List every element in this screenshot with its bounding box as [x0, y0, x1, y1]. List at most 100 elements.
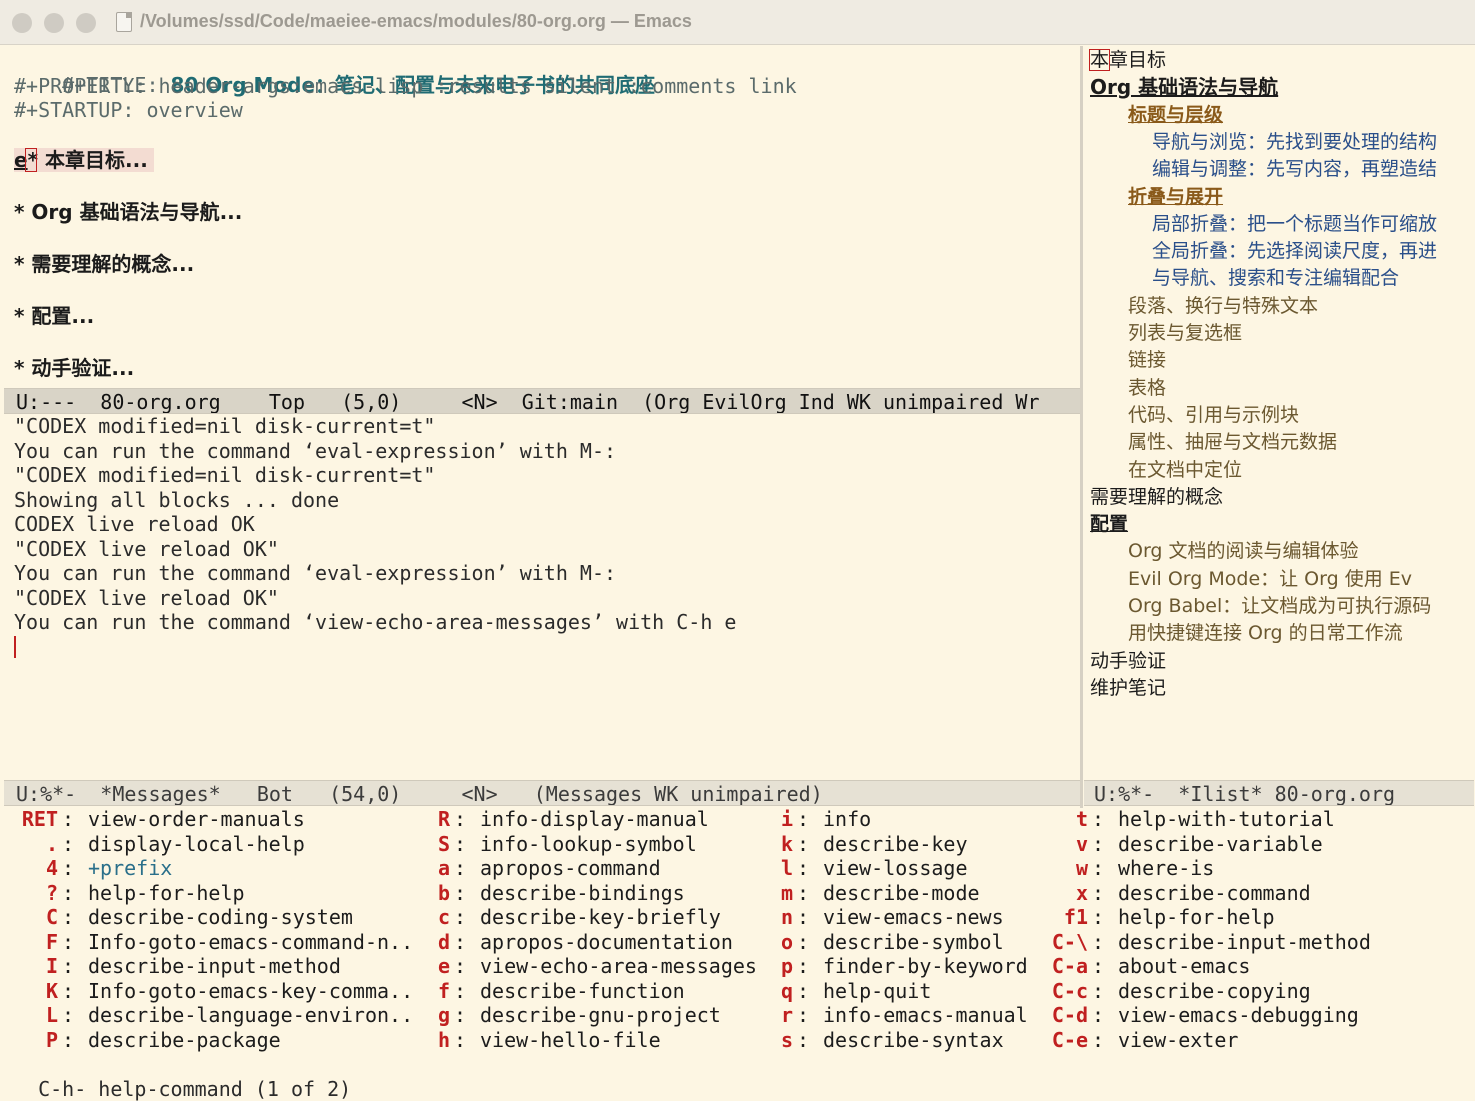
- ilist-item[interactable]: 段落、换行与特殊文本: [1128, 294, 1318, 318]
- which-key-command[interactable]: apropos-documentation: [480, 930, 733, 954]
- which-key-command[interactable]: describe-language-environ..: [88, 1003, 413, 1027]
- ilist-item[interactable]: 表格: [1128, 376, 1166, 400]
- messages-buffer[interactable]: "CODEX modified=nil disk-current=t" You c…: [0, 414, 1080, 780]
- which-key-key: RET: [21, 807, 58, 831]
- ilist-item[interactable]: 与导航、搜索和专注编辑配合: [1152, 266, 1399, 290]
- ilist-sidebar[interactable]: 本章目标 Org 基础语法与导航标题与层级导航与浏览：先找到要处理的结构 编辑与调整…: [1084, 46, 1464, 780]
- minimize-window-button[interactable]: [44, 13, 64, 33]
- which-key-command[interactable]: describe-mode: [823, 881, 980, 905]
- ilist-item[interactable]: 全局折叠：先选择阅读尺度，再进: [1152, 239, 1437, 263]
- ilist-item[interactable]: 折叠与展开: [1128, 185, 1223, 209]
- which-key-key: o: [780, 929, 793, 954]
- ilist-item[interactable]: 本章目标: [1089, 48, 1166, 72]
- which-key-separator: :: [62, 929, 75, 954]
- which-key-command[interactable]: describe-key: [823, 832, 968, 856]
- ilist-item[interactable]: 链接: [1128, 348, 1166, 372]
- which-key-command[interactable]: Info-goto-emacs-key-comma..: [88, 979, 413, 1003]
- which-key-command[interactable]: info-emacs-manual: [823, 1003, 1028, 1027]
- property-line: #+PROPERTY: header-args:emacs-lisp :resu…: [14, 74, 797, 98]
- org-heading[interactable]: * 动手验证...: [14, 356, 134, 380]
- which-key-command[interactable]: help-quit: [823, 979, 931, 1003]
- which-key-command[interactable]: +prefix: [88, 856, 172, 880]
- which-key-command[interactable]: view-emacs-news: [823, 905, 1004, 929]
- ilist-item[interactable]: 编辑与调整：先写内容，再塑造结: [1152, 157, 1437, 181]
- which-key-command[interactable]: describe-copying: [1118, 979, 1311, 1003]
- ilist-item[interactable]: 局部折叠：把一个标题当作可缩放: [1152, 212, 1437, 236]
- org-heading[interactable]: * 配置...: [14, 304, 94, 328]
- ilist-item[interactable]: Org Babel：让文档成为可执行源码: [1128, 594, 1431, 618]
- which-key-key: a: [437, 856, 450, 880]
- close-window-button[interactable]: [12, 13, 32, 33]
- which-key-command[interactable]: describe-package: [88, 1028, 281, 1052]
- which-key-command[interactable]: describe-coding-system: [88, 905, 353, 929]
- which-key-command[interactable]: describe-symbol: [823, 930, 1004, 954]
- ilist-item[interactable]: Evil Org Mode：让 Org 使用 Ev: [1128, 567, 1412, 591]
- ilist-item[interactable]: 在文档中定位: [1128, 458, 1242, 482]
- which-key-separator: :: [797, 856, 810, 880]
- which-key-key: R: [437, 807, 450, 831]
- which-key-key: r: [780, 1003, 793, 1027]
- which-key-separator: :: [62, 1003, 75, 1027]
- which-key-key: C: [45, 905, 58, 929]
- org-heading[interactable]: * Org 基础语法与导航...: [14, 200, 242, 224]
- which-key-command[interactable]: info-lookup-symbol: [480, 832, 697, 856]
- which-key-command[interactable]: describe-gnu-project: [480, 1003, 721, 1027]
- which-key-command[interactable]: describe-variable: [1118, 832, 1323, 856]
- which-key-command[interactable]: where-is: [1118, 856, 1214, 880]
- org-buffer[interactable]: #+TITLE: 80 Org Mode：笔记、配置与未来电子书的共同底座 #+…: [0, 46, 1080, 388]
- which-key-command[interactable]: describe-key-briefly: [480, 905, 721, 929]
- which-key-command[interactable]: help-for-help: [88, 881, 245, 905]
- ilist-item[interactable]: 代码、引用与示例块: [1128, 403, 1299, 427]
- org-heading[interactable]: e* 本章目标...: [14, 148, 154, 172]
- which-key-separator: :: [797, 880, 810, 905]
- ilist-item[interactable]: 用快捷键连接 Org 的日常工作流: [1128, 621, 1403, 645]
- which-key-command[interactable]: finder-by-keyword: [823, 954, 1028, 978]
- which-key-separator: :: [1092, 807, 1105, 831]
- ilist-item[interactable]: 需要理解的概念: [1090, 485, 1223, 509]
- which-key-command[interactable]: view-emacs-debugging: [1118, 1003, 1359, 1027]
- which-key-key: K: [45, 978, 58, 1003]
- which-key-command[interactable]: view-hello-file: [480, 1028, 661, 1052]
- which-key-separator: :: [454, 905, 467, 929]
- which-key-command[interactable]: info: [823, 807, 871, 831]
- ilist-item[interactable]: 导航与浏览：先找到要处理的结构: [1152, 130, 1437, 154]
- which-key-command[interactable]: describe-syntax: [823, 1028, 1004, 1052]
- which-key-command[interactable]: view-lossage: [823, 856, 968, 880]
- message-line: "CODEX live reload OK": [14, 585, 279, 610]
- which-key-key: p: [780, 954, 793, 978]
- which-key-command[interactable]: info-display-manual: [480, 807, 709, 831]
- which-key-command[interactable]: view-order-manuals: [88, 807, 305, 831]
- which-key-separator: :: [1092, 856, 1105, 880]
- which-key-command[interactable]: describe-input-method: [88, 954, 341, 978]
- ilist-item[interactable]: 标题与层级: [1128, 103, 1223, 127]
- zoom-window-button[interactable]: [76, 13, 96, 33]
- ilist-item[interactable]: 属性、抽屉与文档元数据: [1128, 430, 1337, 454]
- which-key-command[interactable]: help-with-tutorial: [1118, 807, 1335, 831]
- ilist-item[interactable]: 维护笔记: [1090, 676, 1166, 700]
- which-key-command[interactable]: apropos-command: [480, 856, 661, 880]
- ilist-item[interactable]: Org 文档的阅读与编辑体验: [1128, 539, 1359, 563]
- which-key-command[interactable]: describe-bindings: [480, 881, 685, 905]
- ilist-item[interactable]: 列表与复选框: [1128, 321, 1242, 345]
- ilist-item[interactable]: 动手验证: [1090, 649, 1166, 673]
- which-key-separator: :: [62, 1027, 75, 1052]
- which-key-key: C-\: [1051, 929, 1088, 954]
- which-key-command[interactable]: view-echo-area-messages: [480, 954, 757, 978]
- which-key-command[interactable]: describe-function: [480, 979, 685, 1003]
- which-key-command[interactable]: describe-command: [1118, 881, 1311, 905]
- which-key-command[interactable]: help-for-help: [1118, 905, 1275, 929]
- which-key-command[interactable]: display-local-help: [88, 832, 305, 856]
- org-heading[interactable]: * 需要理解的概念...: [14, 252, 194, 276]
- which-key-footer: C-h- help-command (1 of 2): [38, 1077, 352, 1101]
- which-key-command[interactable]: Info-goto-emacs-command-n..: [88, 930, 413, 954]
- window-divider[interactable]: [1080, 46, 1083, 808]
- which-key-key: C-a: [1051, 954, 1088, 978]
- ilist-item[interactable]: Org 基础语法与导航: [1090, 75, 1278, 99]
- which-key-command[interactable]: view-exter: [1118, 1028, 1238, 1052]
- which-key-separator: :: [1092, 905, 1105, 929]
- which-key-command[interactable]: describe-input-method: [1118, 930, 1371, 954]
- which-key-command[interactable]: about-emacs: [1118, 954, 1250, 978]
- ilist-item[interactable]: 配置: [1090, 512, 1128, 536]
- which-key-separator: :: [62, 831, 75, 856]
- org-modeline: U:--- 80-org.org Top (5,0) <N> Git:main …: [4, 388, 1080, 414]
